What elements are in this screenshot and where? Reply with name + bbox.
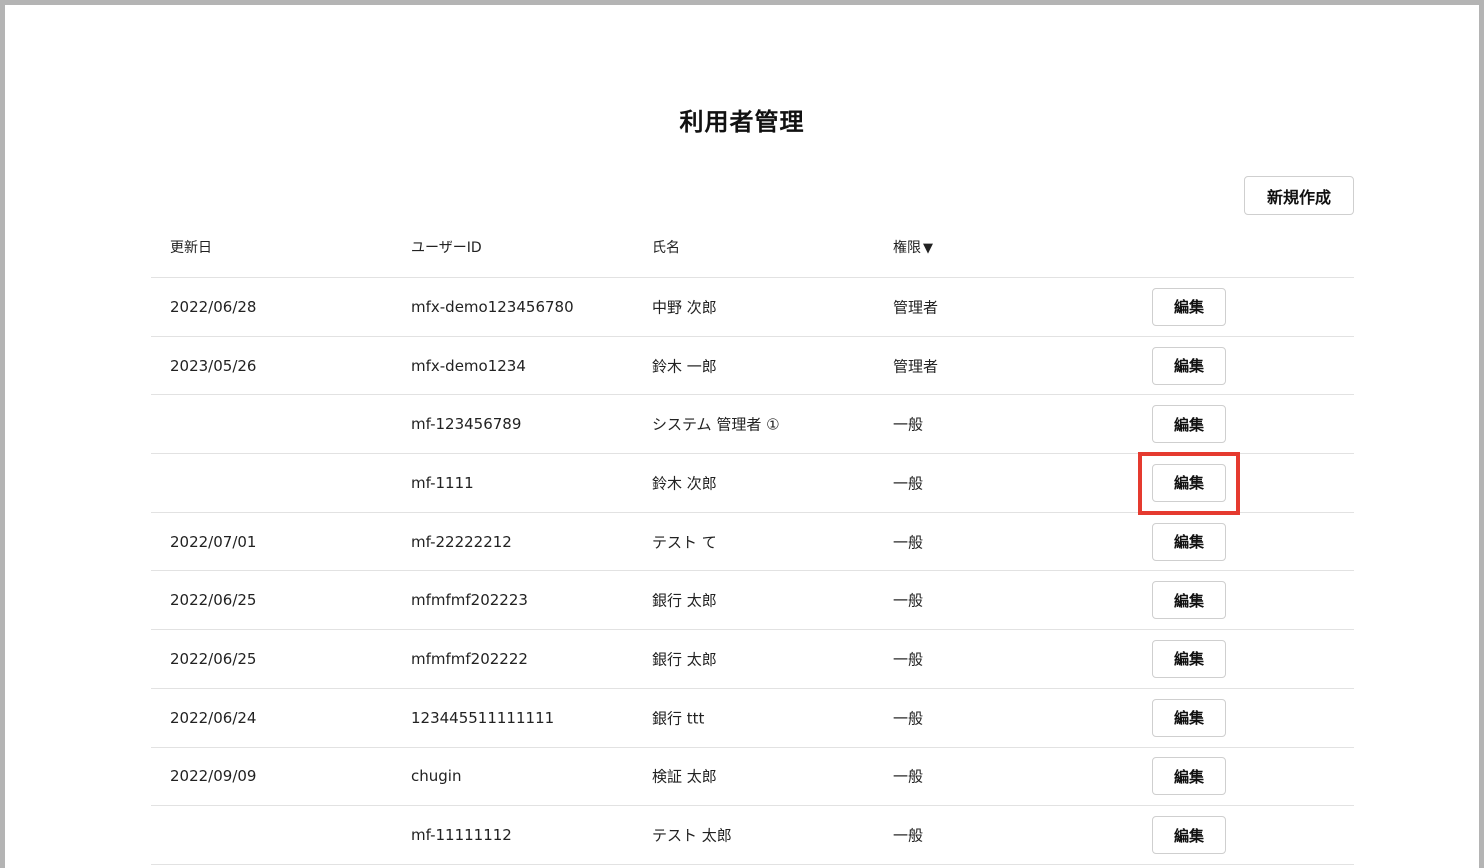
user-table: 更新日 ユーザーID 氏名 権限 ▼ 2022/06/28 mfx-demo1234… xyxy=(151,216,1354,865)
cell-name: テスト て xyxy=(652,533,717,552)
cell-name: 銀行 太郎 xyxy=(652,591,717,610)
table-row: mf-11111112 テスト 太郎 一般 編集 xyxy=(151,806,1354,865)
cell-role: 一般 xyxy=(893,709,924,728)
cell-role: 管理者 xyxy=(893,298,939,317)
cell-role: 一般 xyxy=(893,650,924,669)
cell-user-id: chugin xyxy=(411,767,462,786)
table-row: mf-1111 鈴木 次郎 一般 編集 xyxy=(151,454,1354,513)
edit-button[interactable]: 編集 xyxy=(1152,757,1226,796)
cell-name: 銀行 ttt xyxy=(652,709,705,728)
cell-role: 一般 xyxy=(893,826,924,845)
cell-updated: 2022/06/24 xyxy=(170,708,257,727)
edit-button[interactable]: 編集 xyxy=(1152,639,1226,678)
cell-role: 一般 xyxy=(893,767,924,786)
table-row: 2022/06/24 123445511111111 銀行 ttt 一般 編集 xyxy=(151,689,1354,748)
cell-user-id: mfmfmf202223 xyxy=(411,591,528,610)
edit-button[interactable]: 編集 xyxy=(1152,522,1226,561)
cell-role: 一般 xyxy=(893,533,924,552)
table-row: 2023/05/26 mfx-demo1234 鈴木 一郎 管理者 編集 xyxy=(151,337,1354,396)
cell-role: 管理者 xyxy=(893,357,939,376)
cell-updated: 2022/06/25 xyxy=(170,649,257,668)
cell-updated: 2022/09/09 xyxy=(170,767,257,786)
edit-button[interactable]: 編集 xyxy=(1152,463,1226,502)
cell-user-id: 123445511111111 xyxy=(411,708,555,727)
cell-role: 一般 xyxy=(893,415,924,434)
cell-user-id: mfmfmf202222 xyxy=(411,649,528,668)
table-row: 2022/06/28 mfx-demo123456780 中野 次郎 管理者 編集 xyxy=(151,278,1354,337)
cell-name: 銀行 太郎 xyxy=(652,650,717,669)
edit-button[interactable]: 編集 xyxy=(1152,405,1226,444)
cell-user-id: mf-123456789 xyxy=(411,415,522,434)
header-role[interactable]: 権限 ▼ xyxy=(893,237,933,257)
table-row: 2022/06/25 mfmfmf202222 銀行 太郎 一般 編集 xyxy=(151,630,1354,689)
cell-updated: 2022/06/28 xyxy=(170,297,257,316)
cell-name: 鈴木 一郎 xyxy=(652,357,717,376)
cell-user-id: mf-1111 xyxy=(411,473,474,492)
edit-button[interactable]: 編集 xyxy=(1152,698,1226,737)
cell-updated: 2022/06/25 xyxy=(170,591,257,610)
page-title: 利用者管理 xyxy=(679,108,805,136)
cell-updated: 2022/07/01 xyxy=(170,532,257,551)
edit-button[interactable]: 編集 xyxy=(1152,581,1226,620)
create-new-button[interactable]: 新規作成 xyxy=(1244,176,1354,215)
sort-down-icon[interactable]: ▼ xyxy=(923,241,933,256)
header-user-id: ユーザーID xyxy=(411,239,482,256)
cell-user-id: mf-11111112 xyxy=(411,826,512,845)
table-row: mf-123456789 システム 管理者 ① 一般 編集 xyxy=(151,395,1354,455)
cell-name: システム 管理者 ① xyxy=(652,415,780,434)
header-role-label: 権限 xyxy=(893,239,921,256)
edit-button[interactable]: 編集 xyxy=(1152,346,1226,385)
table-row: 2022/07/01 mf-22222212 テスト て 一般 編集 xyxy=(151,513,1354,572)
cell-user-id: mfx-demo123456780 xyxy=(411,297,574,316)
table-body: 2022/06/28 mfx-demo123456780 中野 次郎 管理者 編集 202… xyxy=(151,278,1354,865)
header-updated: 更新日 xyxy=(170,239,212,256)
table-row: 2022/09/09 chugin 検証 太郎 一般 編集 xyxy=(151,748,1354,807)
cell-user-id: mfx-demo1234 xyxy=(411,356,526,375)
table-row: 2022/06/25 mfmfmf202223 銀行 太郎 一般 編集 xyxy=(151,571,1354,631)
cell-user-id: mf-22222212 xyxy=(411,532,512,551)
cell-name: テスト 太郎 xyxy=(652,826,732,845)
cell-name: 検証 太郎 xyxy=(652,767,717,786)
cell-updated: 2023/05/26 xyxy=(170,356,257,375)
edit-button[interactable]: 編集 xyxy=(1152,287,1226,326)
cell-role: 一般 xyxy=(893,474,924,493)
header-name: 氏名 xyxy=(652,239,680,256)
cell-name: 鈴木 次郎 xyxy=(652,474,717,493)
edit-button[interactable]: 編集 xyxy=(1152,816,1226,855)
cell-name: 中野 次郎 xyxy=(652,298,717,317)
cell-role: 一般 xyxy=(893,591,924,610)
table-header: 更新日 ユーザーID 氏名 権限 ▼ xyxy=(151,216,1354,278)
